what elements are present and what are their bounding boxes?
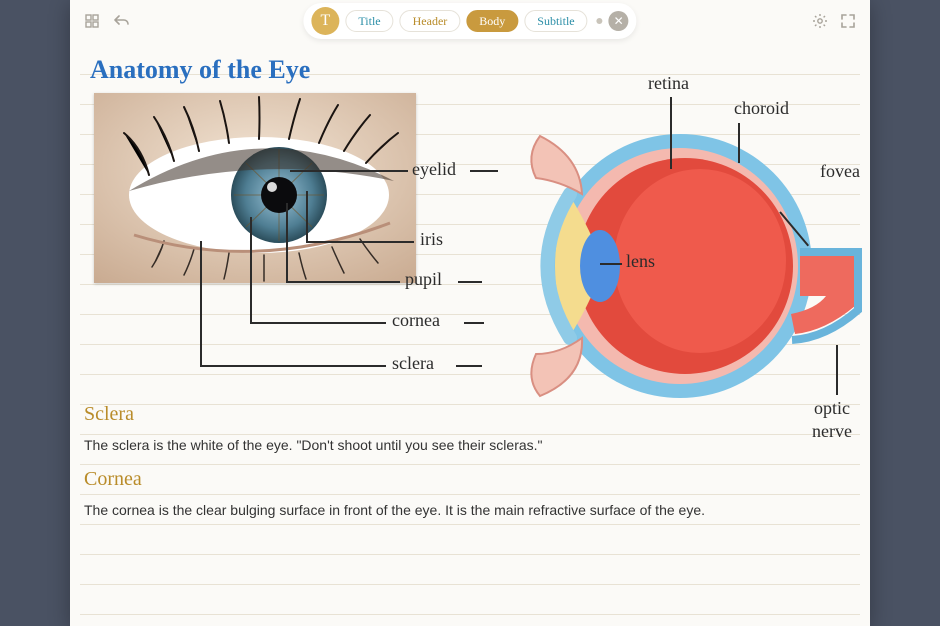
notes-section: Sclera The sclera is the white of the ey… [84, 395, 856, 525]
gear-icon[interactable] [808, 9, 832, 33]
label-fovea: fovea [820, 161, 860, 182]
undo-icon[interactable] [110, 9, 134, 33]
section-body-cornea: The cornea is the clear bulging surface … [84, 495, 856, 525]
document-page[interactable]: Anatomy of the Eye [80, 45, 860, 626]
close-toolbar-icon[interactable]: ✕ [609, 11, 629, 31]
style-subtitle-button[interactable]: Subtitle [524, 10, 587, 32]
diagram-area: eyelid iris pupil cornea sclera [90, 91, 850, 431]
label-lens: lens [626, 251, 655, 272]
label-eyelid: eyelid [412, 159, 456, 180]
text-style-toolbar: T Title Header Body Subtitle ✕ [303, 3, 636, 39]
label-cornea: cornea [392, 310, 440, 331]
fullscreen-icon[interactable] [836, 9, 860, 33]
style-title-button[interactable]: Title [345, 10, 393, 32]
page-title: Anatomy of the Eye [90, 55, 850, 85]
section-header-cornea: Cornea [84, 468, 856, 491]
section-body-sclera: The sclera is the white of the eye. "Don… [84, 430, 856, 460]
section-header-sclera: Sclera [84, 403, 856, 426]
eye-photo [94, 93, 416, 283]
top-toolbar: T Title Header Body Subtitle ✕ [80, 6, 860, 36]
label-choroid: choroid [734, 98, 789, 119]
text-tool-icon[interactable]: T [311, 7, 339, 35]
label-sclera: sclera [392, 353, 434, 374]
label-retina: retina [648, 73, 689, 94]
label-pupil: pupil [405, 269, 442, 290]
label-iris: iris [420, 229, 443, 250]
grid-icon[interactable] [80, 9, 104, 33]
style-header-button[interactable]: Header [400, 10, 461, 32]
more-styles-icon[interactable] [597, 18, 603, 24]
style-body-button[interactable]: Body [466, 10, 518, 32]
app-window: T Title Header Body Subtitle ✕ Anatomy o… [70, 0, 870, 626]
